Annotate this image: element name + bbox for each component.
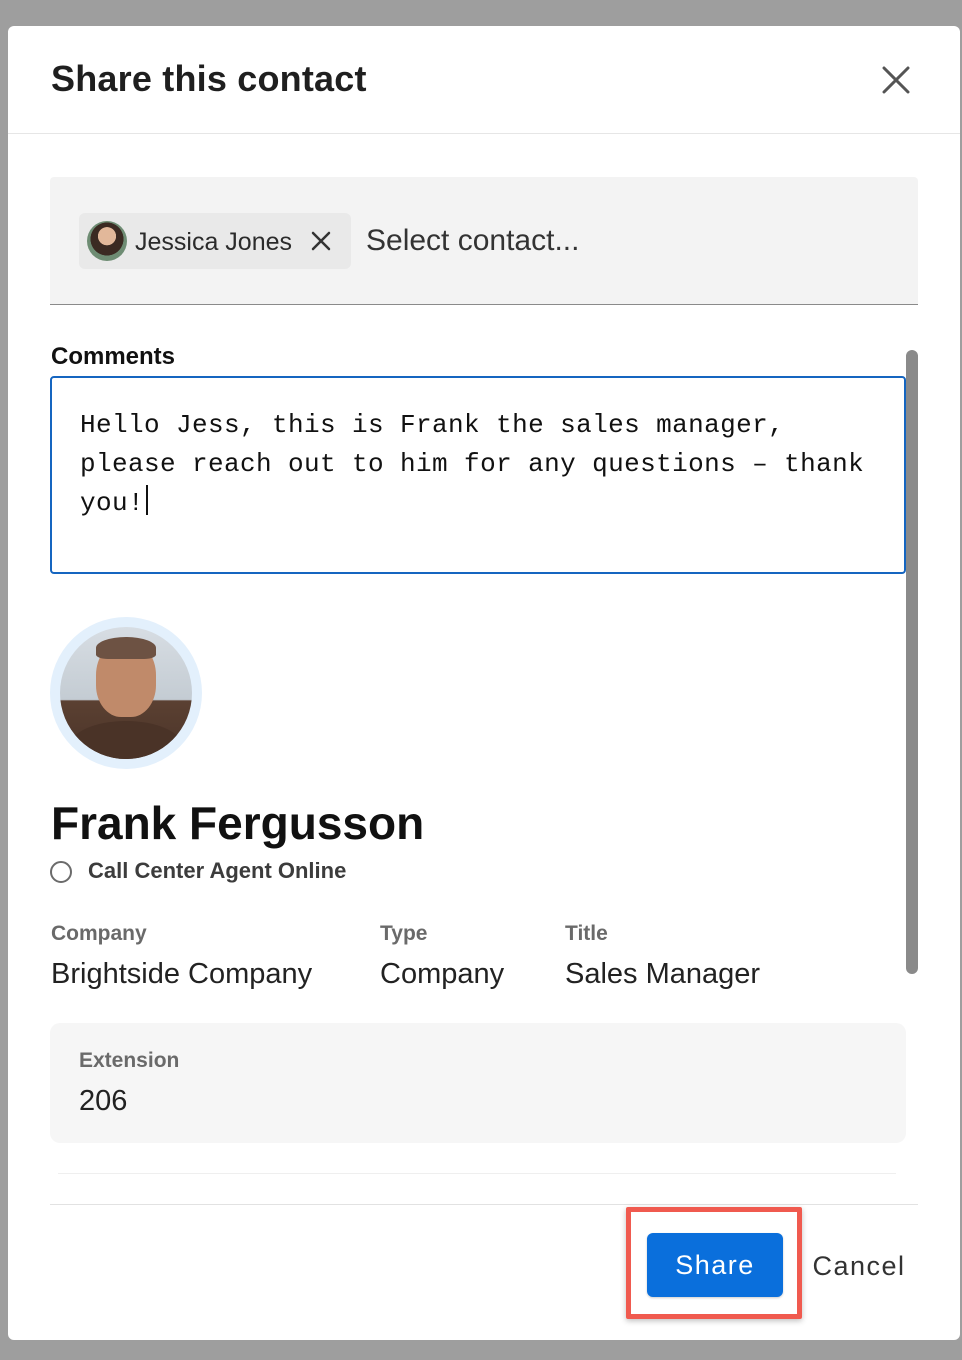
dialog-title: Share this contact [51, 58, 367, 99]
cancel-button[interactable]: Cancel [804, 1244, 914, 1288]
comments-text: Hello Jess, this is Frank the sales mana… [80, 410, 865, 518]
comments-label: Comments [51, 343, 176, 370]
status-indicator-icon [50, 861, 72, 883]
share-contact-dialog: Share this contact Jessica Jones Comment… [8, 26, 960, 1340]
select-contact-input[interactable] [366, 221, 886, 261]
close-icon[interactable] [307, 227, 335, 255]
contact-avatar [50, 617, 202, 769]
extension-card: Extension 206 [50, 1023, 906, 1143]
scrollbar[interactable] [906, 350, 918, 974]
close-icon[interactable] [878, 62, 914, 98]
field-value: Sales Manager [565, 958, 761, 990]
extension-value: 206 [79, 1085, 128, 1117]
chip-label: Jessica Jones [135, 228, 293, 256]
field-value: Brightside Company [51, 958, 313, 990]
type-field: Type Company [380, 922, 504, 991]
comments-textarea[interactable]: Hello Jess, this is Frank the sales mana… [50, 376, 906, 574]
field-value: Company [380, 958, 505, 990]
extension-label: Extension [79, 1049, 180, 1072]
field-label: Title [565, 922, 608, 945]
footer-divider [50, 1204, 918, 1205]
share-button[interactable]: Share [647, 1233, 783, 1297]
dialog-header: Share this contact [8, 26, 960, 134]
text-caret [146, 485, 149, 515]
field-label: Company [51, 922, 147, 945]
avatar [87, 221, 127, 261]
company-field: Company Brightside Company [51, 922, 312, 991]
title-field: Title Sales Manager [565, 922, 760, 991]
contact-picker[interactable]: Jessica Jones [50, 177, 918, 305]
divider [58, 1173, 896, 1174]
field-label: Type [380, 922, 428, 945]
contact-name: Frank Fergusson [51, 797, 425, 849]
status-text: Call Center Agent Online [88, 858, 347, 883]
selected-contact-chip: Jessica Jones [79, 213, 351, 269]
